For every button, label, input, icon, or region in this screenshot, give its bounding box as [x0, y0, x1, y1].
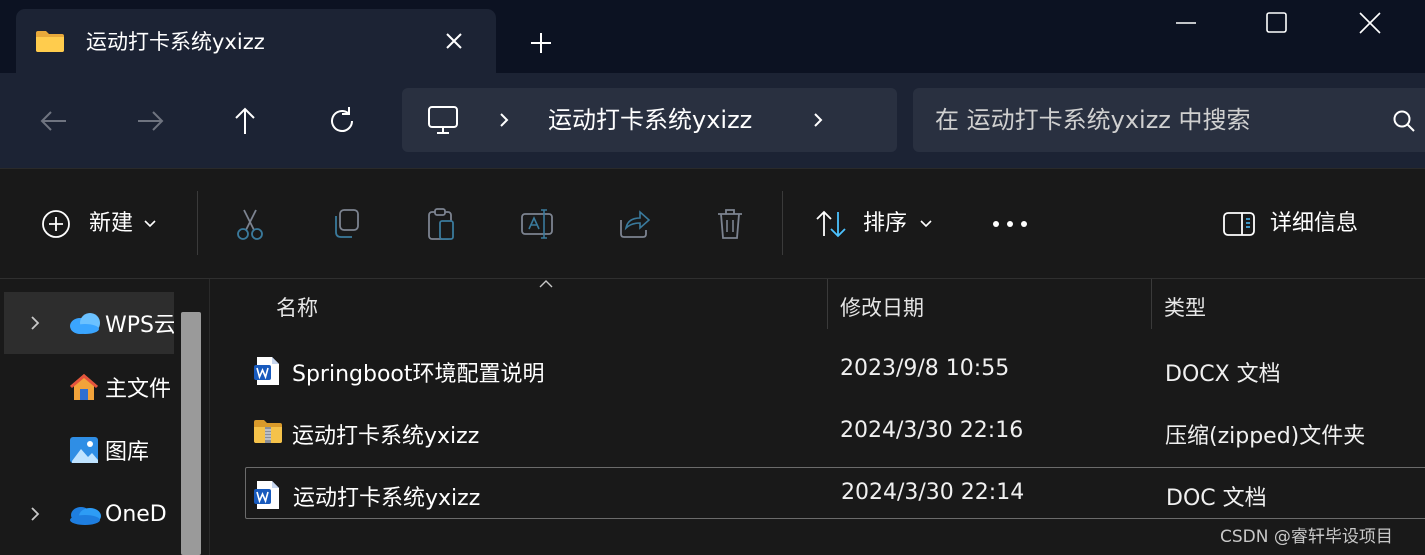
address-bar[interactable]: 运动打卡系统yxizz: [402, 88, 897, 152]
search-icon[interactable]: [1391, 108, 1417, 134]
file-type: DOCX 文档: [1165, 362, 1281, 387]
file-name: Springboot环境配置说明: [292, 362, 545, 387]
file-name: 运动打卡系统yxizz: [292, 424, 480, 449]
cut-button[interactable]: [232, 205, 268, 243]
file-modified: 2024/3/30 22:14: [841, 480, 1025, 505]
chevron-down-icon: [920, 220, 932, 228]
details-pane-icon: [1223, 212, 1255, 236]
chevron-right-icon[interactable]: [496, 110, 512, 130]
column-header-modified[interactable]: 修改日期: [840, 292, 924, 322]
active-tab[interactable]: 运动打卡系统yxizz: [16, 9, 496, 73]
paste-button[interactable]: [424, 205, 460, 243]
sidebar-item-home[interactable]: 主文件: [4, 356, 174, 418]
trash-icon: [718, 209, 742, 239]
new-button[interactable]: 新建: [40, 205, 157, 243]
this-pc-icon[interactable]: [426, 104, 460, 136]
word-doc-icon: [254, 481, 279, 509]
share-button[interactable]: [616, 205, 652, 243]
new-tab-icon[interactable]: [526, 28, 556, 58]
forward-arrow-icon[interactable]: [130, 101, 170, 141]
address-folder[interactable]: 运动打卡系统yxizz: [548, 106, 752, 134]
search-input[interactable]: [935, 102, 1375, 138]
details-pane-button[interactable]: 详细信息: [1222, 205, 1358, 243]
home-icon: [70, 374, 98, 400]
sidebar-item-label: 主文件: [105, 377, 172, 402]
sidebar-item-wps-cloud[interactable]: WPS云: [4, 292, 174, 354]
chevron-down-icon: [144, 220, 156, 228]
toolbar-divider: [197, 191, 198, 255]
title-bar: 运动打卡系统yxizz: [0, 0, 1425, 73]
up-arrow-icon[interactable]: [225, 101, 265, 141]
tab-title: 运动打卡系统yxizz: [86, 30, 265, 54]
sidebar-scrollbar[interactable]: [181, 312, 201, 555]
back-arrow-icon[interactable]: [34, 101, 74, 141]
sidebar-item-label: 图库: [105, 440, 150, 465]
command-toolbar: 新建 排序 详细信息: [0, 169, 1425, 279]
add-circle-icon: [42, 210, 70, 238]
clipboard-icon: [428, 208, 454, 240]
sidebar-item-onedrive[interactable]: OneD: [4, 483, 174, 545]
chevron-right-icon[interactable]: [28, 313, 42, 333]
column-divider[interactable]: [1151, 279, 1152, 329]
column-header-type[interactable]: 类型: [1164, 292, 1206, 322]
file-name: 运动打卡系统yxizz: [293, 486, 481, 511]
watermark: CSDN @睿轩毕设项目: [1220, 527, 1393, 547]
cloud-icon: [70, 313, 100, 334]
rename-icon: [521, 209, 553, 239]
zip-folder-icon: [254, 420, 282, 443]
scissors-icon: [237, 209, 263, 240]
close-tab-icon[interactable]: [440, 27, 468, 55]
chevron-right-icon[interactable]: [810, 110, 826, 130]
new-label: 新建: [89, 211, 134, 236]
onedrive-icon: [70, 507, 101, 525]
table-row[interactable]: 运动打卡系统yxizz 2024/3/30 22:14 DOC 文档: [245, 467, 1425, 519]
sort-arrows-icon: [816, 210, 846, 238]
toolbar-divider: [782, 191, 783, 255]
sort-label: 排序: [863, 211, 908, 236]
refresh-icon[interactable]: [322, 101, 362, 141]
copy-icon: [335, 209, 359, 238]
table-row[interactable]: Springboot环境配置说明 2023/9/8 10:55 DOCX 文档: [245, 345, 1425, 397]
sidebar-scrollbar-thumb[interactable]: [181, 312, 201, 555]
navigation-pane: WPS云 主文件 图库 OneD: [0, 279, 210, 555]
close-window-icon[interactable]: [1350, 8, 1390, 38]
sidebar-item-label: OneD: [105, 501, 167, 527]
details-label: 详细信息: [1270, 211, 1359, 236]
more-options-button[interactable]: [990, 205, 1030, 243]
column-divider[interactable]: [827, 279, 828, 329]
copy-button[interactable]: [328, 205, 364, 243]
share-icon: [620, 210, 651, 238]
sidebar-item-gallery[interactable]: 图库: [4, 419, 174, 481]
minimize-icon[interactable]: [1166, 8, 1206, 38]
sidebar-item-label: WPS云: [105, 313, 174, 338]
delete-button[interactable]: [712, 205, 748, 243]
chevron-right-icon[interactable]: [28, 504, 42, 524]
sort-button[interactable]: 排序: [814, 205, 933, 243]
file-modified: 2024/3/30 22:16: [840, 418, 1024, 443]
maximize-icon[interactable]: [1256, 8, 1296, 38]
table-row[interactable]: 运动打卡系统yxizz 2024/3/30 22:16 压缩(zipped)文件…: [245, 407, 1425, 459]
navigation-bar: 运动打卡系统yxizz: [0, 73, 1425, 169]
folder-icon: [36, 31, 64, 52]
search-box[interactable]: [913, 88, 1425, 152]
file-list: 名称 修改日期 类型 Springboot环境配置说明 2023/9/8 10:…: [214, 279, 1425, 555]
column-header-row: 名称 修改日期 类型: [214, 279, 1425, 329]
column-header-name[interactable]: 名称: [276, 292, 318, 322]
rename-button[interactable]: [519, 205, 555, 243]
sort-ascending-icon: [539, 280, 553, 288]
file-modified: 2023/9/8 10:55: [840, 356, 1010, 381]
word-doc-icon: [254, 357, 279, 385]
more-dots-icon: [993, 221, 1027, 227]
file-type: DOC 文档: [1166, 486, 1267, 511]
file-type: 压缩(zipped)文件夹: [1165, 424, 1366, 449]
gallery-icon: [70, 437, 98, 463]
